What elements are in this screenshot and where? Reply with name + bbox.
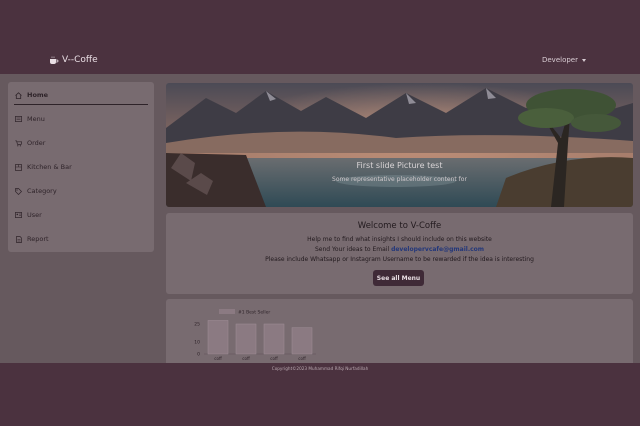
kitchen-icon	[14, 163, 23, 171]
sidebar-item-menu[interactable]: Menu	[14, 110, 148, 128]
main-content: Home Menu Order Kitchen & Bar Category U…	[0, 74, 640, 363]
home-icon	[14, 91, 23, 99]
caret-down-icon	[582, 58, 586, 62]
welcome-card: Welcome to V-Coffe Help me to find what …	[166, 213, 633, 294]
y-tick-label: 10	[194, 340, 200, 346]
x-tick-label: coff	[214, 356, 222, 361]
sidebar-item-label: Report	[27, 235, 49, 243]
welcome-line-insights: Help me to find what insights I should i…	[307, 236, 492, 243]
report-icon	[14, 235, 23, 243]
x-tick-label: coff	[270, 356, 278, 361]
y-tick-label: 0	[197, 352, 200, 358]
brand-link[interactable]: V--Coffe	[49, 55, 98, 65]
see-all-menu-button[interactable]: See all Menu	[373, 270, 424, 286]
sidebar-item-label: Category	[27, 187, 57, 195]
y-tick-label: 25	[194, 322, 200, 328]
sidebar-item-order[interactable]: Order	[14, 134, 148, 152]
user-card-icon	[14, 212, 23, 218]
sidebar-item-user[interactable]: User	[14, 206, 148, 224]
sidebar-item-label: Order	[27, 139, 46, 147]
x-tick-label: coff	[242, 356, 250, 361]
welcome-line-reward: Please include Whatsapp or Instagram Use…	[265, 256, 534, 263]
sidebar-item-category[interactable]: Category	[14, 182, 148, 200]
bar	[263, 323, 285, 355]
email-prefix: Send Your ideas to Email	[314, 246, 392, 253]
landscape-image	[166, 83, 633, 207]
user-dropdown-label: Developer	[541, 56, 578, 64]
sidebar-item-home[interactable]: Home	[14, 86, 148, 105]
welcome-title: Welcome to V-Coffe	[357, 221, 442, 231]
best-seller-chart: #1 Best Seller 25 10 0 coff coff coff coff	[194, 309, 316, 361]
sidebar-item-label: User	[27, 211, 42, 219]
cart-icon	[14, 139, 23, 147]
copyright-text: Copyright©2023 Muhammad Rifqi Nurfadilla…	[271, 366, 369, 371]
x-tick-label: coff	[298, 356, 306, 361]
sidebar-item-label: Menu	[27, 115, 45, 123]
bar	[235, 323, 257, 355]
top-navbar: V--Coffe Developer	[0, 0, 640, 80]
best-seller-chart-card: #1 Best Seller 25 10 0 coff coff coff coff	[166, 299, 633, 363]
footer: Copyright©2023 Muhammad Rifqi Nurfadilla…	[0, 363, 640, 426]
sidebar-item-kitchen-bar[interactable]: Kitchen & Bar	[14, 158, 148, 176]
sidebar-item-label: Home	[27, 91, 49, 99]
sidebar-item-report[interactable]: Report	[14, 230, 148, 248]
user-dropdown[interactable]: Developer	[542, 56, 586, 64]
legend-label: #1 Best Seller	[238, 310, 270, 316]
carousel-slide[interactable]: First slide Picture test Some representa…	[166, 83, 633, 207]
bar	[207, 320, 229, 355]
sidebar-item-label: Kitchen & Bar	[27, 163, 72, 171]
sidebar: Home Menu Order Kitchen & Bar Category U…	[8, 82, 154, 252]
bar	[291, 327, 313, 355]
carousel-caption-text: Some representative placeholder content …	[332, 176, 467, 183]
menu-list-icon	[14, 116, 23, 122]
email-link[interactable]: developervcafe@gmail.com	[391, 246, 484, 253]
tag-icon	[14, 187, 23, 195]
brand-name: V--Coffe	[62, 55, 98, 65]
welcome-line-email: Send Your ideas to Email developervcafe@…	[166, 246, 633, 253]
carousel-caption-title: First slide Picture test	[356, 161, 443, 170]
legend-swatch	[219, 309, 235, 314]
coffee-cup-icon	[49, 56, 59, 65]
